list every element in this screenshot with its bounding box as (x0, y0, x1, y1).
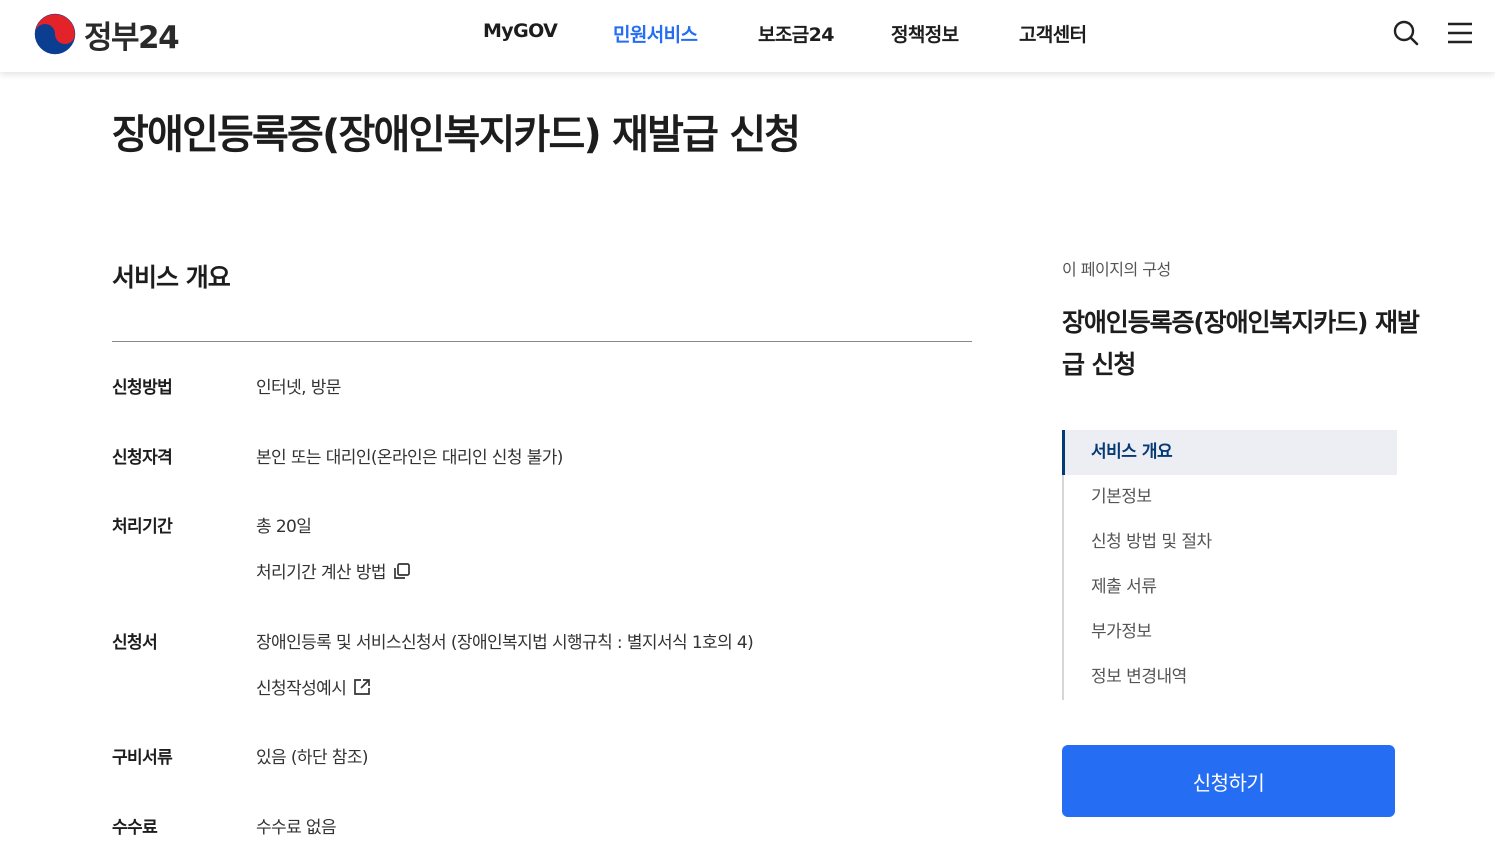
label-application-form: 신청서 (112, 633, 158, 653)
label-eligibility: 신청자격 (112, 448, 173, 468)
value-apply-method: 인터넷, 방문 (256, 378, 341, 398)
processing-period-calc-label: 처리기간 계산 방법 (256, 563, 387, 583)
label-required-documents: 구비서류 (112, 748, 173, 768)
toc-caption: 이 페이지의 구성 (1062, 260, 1171, 279)
nav-customer-center[interactable]: 고객센터 (1019, 20, 1087, 47)
application-example-label: 신청작성예시 (256, 679, 347, 699)
nav-civil-services[interactable]: 민원서비스 (613, 20, 698, 47)
section-divider (112, 341, 972, 342)
nav-policy-info[interactable]: 정책정보 (891, 20, 959, 47)
hamburger-menu-icon[interactable] (1445, 18, 1475, 48)
value-fee: 수수료 없음 (256, 818, 337, 838)
external-link-icon (354, 678, 371, 695)
toc-title: 장애인등록증(장애인복지카드) 재발급 신청 (1062, 308, 1420, 379)
apply-button[interactable]: 신청하기 (1062, 745, 1395, 817)
nav-subsidy24[interactable]: 보조금24 (758, 20, 834, 47)
toc-list: 서비스 개요 기본정보 신청 방법 및 절차 제출 서류 부가정보 정보 변경내… (1062, 430, 1397, 700)
logo-text: 정부24 (84, 19, 180, 56)
label-processing-period: 처리기간 (112, 517, 173, 537)
toc-item-basic-info[interactable]: 기본정보 (1062, 475, 1397, 520)
section-title: 서비스 개요 (112, 263, 231, 292)
value-processing-period: 총 20일 (256, 517, 312, 537)
nav-mygov[interactable]: MyGOV (483, 20, 558, 42)
copy-icon (394, 562, 410, 579)
value-eligibility: 본인 또는 대리인(온라인은 대리인 신청 불가) (256, 448, 563, 468)
page-title: 장애인등록증(장애인복지카드) 재발급 신청 (112, 112, 801, 158)
toc-item-change-history[interactable]: 정보 변경내역 (1062, 655, 1397, 700)
toc-item-method-procedure[interactable]: 신청 방법 및 절차 (1062, 520, 1397, 565)
logo[interactable]: 정부24 (34, 12, 180, 56)
label-fee: 수수료 (112, 818, 158, 838)
taegeuk-logo-icon (34, 13, 76, 55)
value-application-form: 장애인등록 및 서비스신청서 (장애인복지법 시행규칙 : 별지서식 1호의 4… (256, 633, 754, 653)
application-example-link[interactable]: 신청작성예시 (256, 674, 372, 699)
toc-item-submit-documents[interactable]: 제출 서류 (1062, 565, 1397, 610)
site-header: 정부24 MyGOV 민원서비스 보조금24 정책정보 고객센터 (0, 0, 1495, 72)
value-required-documents: 있음 (하단 참조) (256, 748, 369, 768)
toc-item-additional-info[interactable]: 부가정보 (1062, 610, 1397, 655)
processing-period-calc-link[interactable]: 처리기간 계산 방법 (256, 558, 412, 583)
toc-item-service-overview[interactable]: 서비스 개요 (1062, 430, 1397, 475)
search-icon[interactable] (1391, 18, 1421, 48)
label-apply-method: 신청방법 (112, 378, 173, 398)
